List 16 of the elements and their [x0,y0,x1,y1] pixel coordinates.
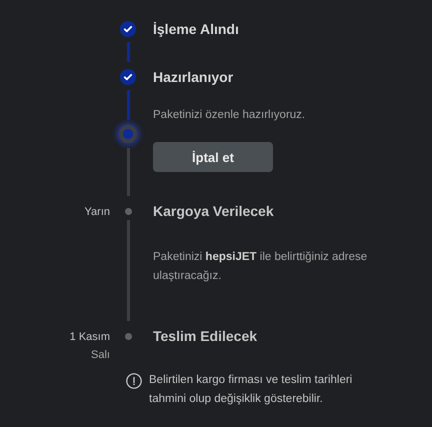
date-label: Salı [91,348,110,363]
date-label: Yarın [84,205,110,220]
check-icon [120,21,136,37]
date-label: 1 Kasım [70,330,110,345]
current-step-marker [119,125,137,143]
step-dot [124,333,132,340]
step-title: Teslim Edilecek [153,327,258,346]
check-icon [120,69,136,85]
step-description: Paketinizi özenle hazırlıyoruz. [153,108,306,123]
step-description: Paketinizi hepsiJET ile belirttiğiniz adrese ulaştıracağız. [153,250,368,284]
step-title: Kargoya Verilecek [153,202,274,221]
step-title: Hazırlanıyor [153,68,234,87]
disclaimer-text: Belirtilen kargo firması ve teslim tarihleri tahmini olup değişiklik gösterebilir. [149,373,354,407]
step-title: İşleme Alındı [153,20,239,39]
cancel-button[interactable]: İptal et [153,142,273,172]
step-dot [124,208,132,215]
